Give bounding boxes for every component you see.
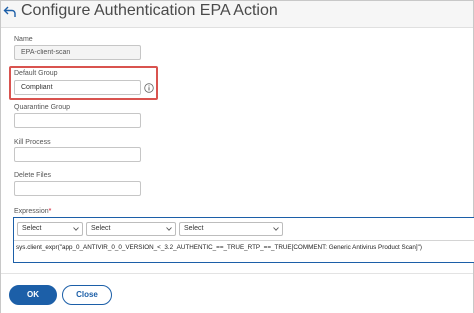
dialog: Configure Authentication EPA Action Name… — [0, 0, 474, 313]
expression-editor: Select Select Select sys.client_expr("ap… — [13, 217, 474, 263]
delete-files-field[interactable] — [14, 181, 141, 196]
expression-select-1[interactable]: Select — [17, 222, 83, 236]
select-label: Select — [184, 225, 204, 232]
kill-process-label: Kill Process — [14, 139, 51, 146]
dialog-header: Configure Authentication EPA Action — [1, 1, 473, 28]
expression-select-2[interactable]: Select — [86, 222, 176, 236]
expression-label-text: Expression — [14, 208, 49, 215]
chevron-down-icon — [273, 227, 279, 231]
select-label: Select — [91, 225, 111, 232]
chevron-down-icon — [73, 227, 79, 231]
required-marker: * — [48, 208, 52, 215]
chevron-down-icon — [166, 227, 172, 231]
expression-select-3[interactable]: Select — [179, 222, 283, 236]
close-button[interactable]: Close — [62, 285, 112, 305]
quarantine-group-field[interactable] — [14, 113, 141, 128]
back-arrow-icon[interactable] — [3, 5, 17, 19]
page-title: Configure Authentication EPA Action — [21, 2, 278, 19]
info-icon[interactable] — [144, 83, 154, 93]
dialog-footer: OK Close — [1, 273, 473, 313]
kill-process-field[interactable] — [14, 147, 141, 162]
delete-files-label: Delete Files — [14, 172, 51, 179]
expression-label: Expression* — [14, 208, 51, 215]
quarantine-group-label: Quarantine Group — [14, 104, 71, 111]
ok-button[interactable]: OK — [9, 285, 57, 305]
name-field[interactable] — [14, 45, 141, 60]
default-group-field[interactable] — [14, 80, 141, 95]
select-label: Select — [22, 225, 42, 232]
expression-textarea[interactable]: sys.client_expr("app_0_ANTIVIR_0_0_VERSI… — [14, 240, 474, 263]
default-group-label: Default Group — [14, 70, 58, 77]
name-label: Name — [14, 36, 33, 43]
